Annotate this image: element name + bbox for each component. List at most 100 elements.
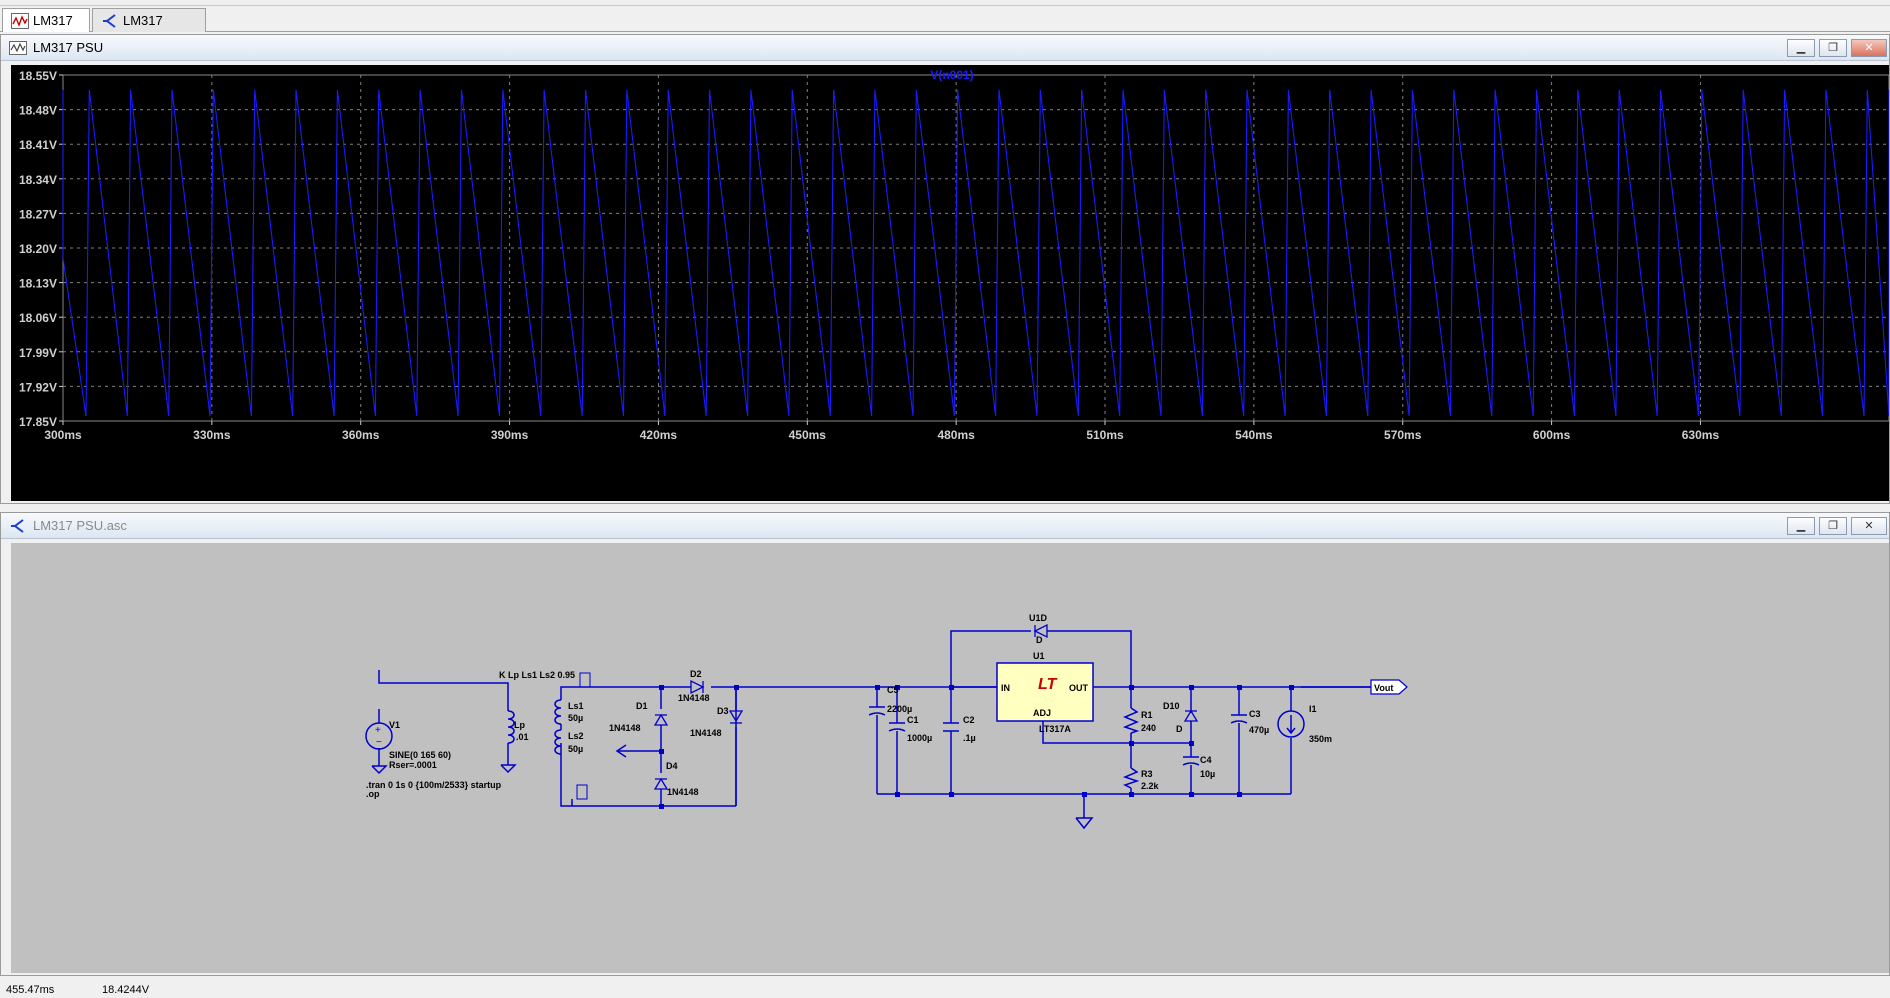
x-tick-label: 570ms bbox=[1384, 428, 1422, 442]
x-tick-label: 300ms bbox=[44, 428, 82, 442]
y-tick-label: 17.92V bbox=[19, 380, 57, 394]
trace-title: V(n001) bbox=[930, 68, 973, 82]
waveform-plot[interactable]: 18.55V 18.48V 18.41V 18.34V 18.27V 18.20V 18.1… bbox=[11, 65, 1890, 501]
y-tick-label: 18.48V bbox=[19, 104, 57, 118]
y-tick-label: 18.13V bbox=[19, 277, 57, 291]
u1-in-pin: IN bbox=[1001, 683, 1010, 693]
x-tick-label: 450ms bbox=[789, 428, 827, 442]
top-menu-strip bbox=[0, 0, 1890, 6]
v1-value[interactable]: SINE(0 165 60) bbox=[389, 750, 451, 760]
minimize-button[interactable]: ▁ bbox=[1787, 39, 1815, 57]
status-bar: 455.47ms 18.4244V bbox=[0, 982, 1890, 998]
c2-value[interactable]: .1µ bbox=[963, 733, 976, 743]
plus-sign: + bbox=[375, 725, 381, 736]
junctions bbox=[659, 685, 1294, 809]
resistor-r1[interactable] bbox=[1122, 707, 1140, 734]
y-tick-label: 17.85V bbox=[19, 415, 57, 429]
c5-value[interactable]: 2200µ bbox=[887, 704, 912, 714]
vout-label: Vout bbox=[1374, 683, 1393, 693]
cursor-value: 18.4244V bbox=[102, 984, 150, 996]
u1-adj-pin: ADJ bbox=[1033, 708, 1051, 718]
c4-label: C4 bbox=[1200, 755, 1212, 765]
ls2-value[interactable]: 50µ bbox=[568, 744, 583, 754]
x-tick-label: 480ms bbox=[937, 428, 975, 442]
r1-value[interactable]: 240 bbox=[1141, 723, 1156, 733]
waveform-window-titlebar[interactable]: LM317 PSU ▁ ❐ ✕ bbox=[1, 35, 1889, 61]
u1d-label: U1D bbox=[1029, 613, 1048, 623]
ls1-value[interactable]: 50µ bbox=[568, 713, 583, 723]
schematic-window-title: LM317 PSU.asc bbox=[33, 518, 127, 533]
minus-sign: − bbox=[376, 737, 382, 748]
y-tick-label: 18.55V bbox=[19, 69, 57, 83]
y-tick-label: 17.99V bbox=[19, 346, 57, 360]
lp-label: Lp bbox=[514, 720, 525, 730]
d1-label: D1 bbox=[636, 701, 648, 711]
c4-value[interactable]: 10µ bbox=[1200, 769, 1215, 779]
d1-model[interactable]: 1N4148 bbox=[609, 723, 641, 733]
u1-label: U1 bbox=[1033, 651, 1045, 661]
y-tick-label: 18.41V bbox=[19, 138, 57, 152]
restore-button[interactable]: ❐ bbox=[1819, 517, 1847, 535]
c3-label: C3 bbox=[1249, 709, 1261, 719]
waveform-icon bbox=[9, 41, 27, 55]
tran-directive[interactable]: .tran 0 1s 0 {100m/2533} startup bbox=[366, 780, 502, 790]
ls1-label: Ls1 bbox=[568, 701, 584, 711]
lp-value[interactable]: .01 bbox=[516, 732, 529, 742]
i1-label: I1 bbox=[1309, 704, 1317, 714]
schematic-icon bbox=[103, 14, 116, 28]
d10-model[interactable]: D bbox=[1176, 724, 1183, 734]
close-button[interactable]: ✕ bbox=[1851, 39, 1887, 57]
y-tick-label: 18.34V bbox=[19, 173, 57, 187]
waveform-window-title: LM317 PSU bbox=[33, 40, 104, 55]
op-directive[interactable]: .op bbox=[366, 789, 380, 799]
y-tick-label: 18.27V bbox=[19, 207, 57, 221]
c2-label: C2 bbox=[963, 715, 975, 725]
y-tick-label: 18.20V bbox=[19, 242, 57, 256]
u1-part[interactable]: LT317A bbox=[1039, 724, 1071, 734]
x-tick-label: 600ms bbox=[1533, 428, 1571, 442]
document-tab-bar: LM317 PSU LM317 PSU.asc bbox=[0, 8, 1890, 52]
d10-label: D10 bbox=[1163, 701, 1180, 711]
x-tick-label: 630ms bbox=[1682, 428, 1720, 442]
inductor-ls2[interactable] bbox=[554, 724, 562, 755]
resistor-r3[interactable] bbox=[1122, 767, 1140, 789]
d2-model[interactable]: 1N4148 bbox=[678, 693, 710, 703]
r3-value[interactable]: 2.2k bbox=[1141, 781, 1160, 791]
minimize-button[interactable]: ▁ bbox=[1787, 517, 1815, 535]
ls2-label: Ls2 bbox=[568, 731, 584, 741]
inductor-ls1[interactable] bbox=[554, 699, 562, 725]
schematic-svg[interactable]: Vout + − LT K Lp Ls1 Ls2 0.95 V1 SINE(0 … bbox=[11, 543, 1889, 973]
d4-label: D4 bbox=[666, 761, 678, 771]
net-flag-top bbox=[579, 672, 591, 688]
schematic-window[interactable]: LM317 PSU.asc ▁ ❐ ✕ Vout + − LT K Lp Ls1… bbox=[0, 512, 1890, 976]
restore-button[interactable]: ❐ bbox=[1819, 39, 1847, 57]
c5-label: C5 bbox=[887, 685, 899, 695]
tab-schematic[interactable]: LM317 PSU.asc bbox=[92, 8, 206, 52]
x-tick-label: 420ms bbox=[640, 428, 678, 442]
i1-value[interactable]: 350m bbox=[1309, 734, 1332, 744]
schematic-canvas[interactable]: Vout + − LT K Lp Ls1 Ls2 0.95 V1 SINE(0 … bbox=[11, 543, 1889, 973]
c3-value[interactable]: 470µ bbox=[1249, 725, 1269, 735]
waveform-window[interactable]: LM317 PSU ▁ ❐ ✕ 18.55V 18.48V 18.41V 18.34V… bbox=[0, 34, 1890, 504]
k-directive[interactable]: K Lp Ls1 Ls2 0.95 bbox=[499, 670, 575, 680]
cursor-time: 455.47ms bbox=[6, 984, 55, 996]
d4-model[interactable]: 1N4148 bbox=[667, 787, 699, 797]
y-tick-label: 18.06V bbox=[19, 311, 57, 325]
d3-label: D3 bbox=[717, 706, 729, 716]
net-flag-bottom bbox=[576, 784, 588, 800]
u1d-model[interactable]: D bbox=[1036, 635, 1043, 645]
v1-label: V1 bbox=[389, 720, 400, 730]
waveform-chart-svg[interactable]: 18.55V 18.48V 18.41V 18.34V 18.27V 18.20V 18.1… bbox=[11, 65, 1890, 501]
close-button[interactable]: ✕ bbox=[1851, 517, 1887, 535]
lt-logo-icon: LT bbox=[1038, 676, 1058, 693]
x-tick-label: 510ms bbox=[1086, 428, 1124, 442]
tab-waveform[interactable]: LM317 PSU bbox=[2, 8, 90, 52]
v1-rser[interactable]: Rser=.0001 bbox=[389, 760, 437, 770]
r1-label: R1 bbox=[1141, 710, 1153, 720]
c1-value[interactable]: 1000µ bbox=[907, 733, 932, 743]
d3-model[interactable]: 1N4148 bbox=[690, 728, 722, 738]
x-tick-label: 540ms bbox=[1235, 428, 1273, 442]
x-tick-label: 330ms bbox=[193, 428, 231, 442]
schematic-window-titlebar[interactable]: LM317 PSU.asc ▁ ❐ ✕ bbox=[1, 513, 1889, 539]
x-tick-label: 390ms bbox=[491, 428, 529, 442]
